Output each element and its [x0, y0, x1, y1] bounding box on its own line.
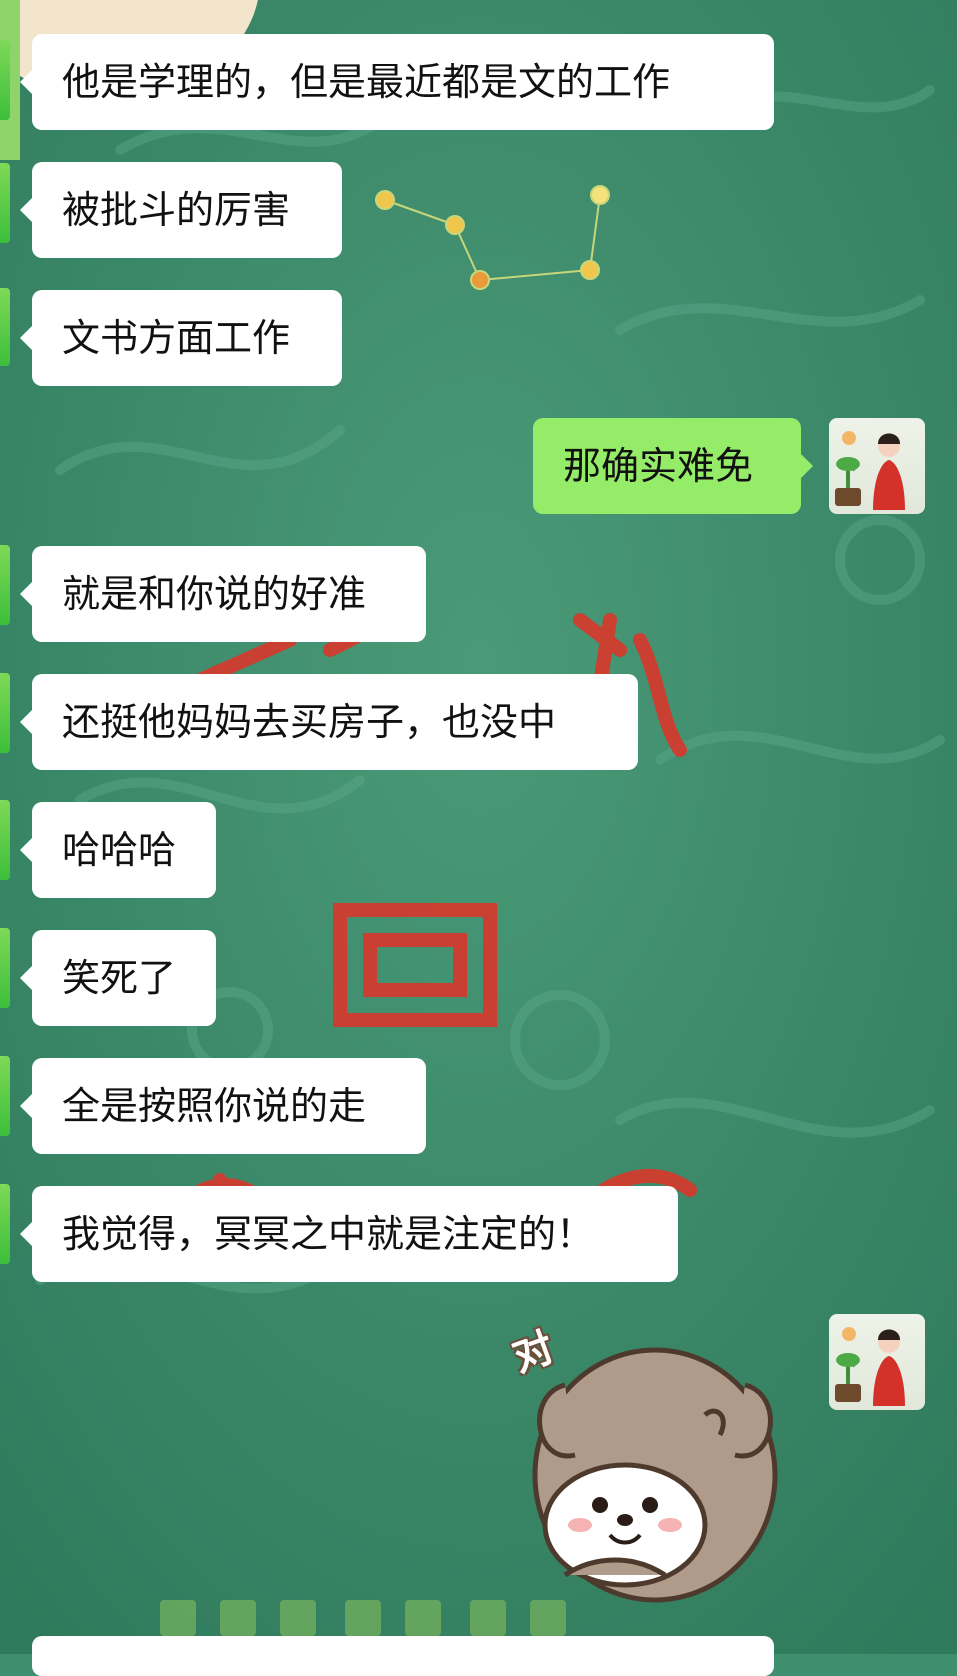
- message-text: 被批斗的厉害: [62, 188, 291, 232]
- message-bubble-incoming[interactable]: 还挺他妈妈去买房子，也没中: [20, 674, 638, 770]
- sender-edge: [0, 545, 10, 625]
- avatar-portrait-icon: [835, 431, 905, 510]
- message-bubble-incoming[interactable]: 哈哈哈: [20, 802, 216, 898]
- sender-edge: [0, 1056, 10, 1136]
- message-text: 哈哈哈: [62, 828, 177, 872]
- message-text: 笑死了: [62, 956, 177, 1000]
- message-text: 那确实难免: [563, 444, 754, 488]
- sender-edge: [0, 1184, 10, 1264]
- message-text: 他是学理的，但是最近都是文的工作: [62, 60, 671, 104]
- message-text: 就是和你说的好准: [62, 572, 367, 616]
- message-bubble-incoming[interactable]: 就是和你说的好准: [20, 546, 426, 642]
- message-text: 文书方面工作: [62, 316, 291, 360]
- sender-edge: [0, 800, 10, 880]
- message-text: 我觉得，冥冥之中就是注定的！: [62, 1212, 595, 1256]
- user-avatar[interactable]: [829, 1314, 925, 1410]
- sender-edge: [0, 288, 10, 366]
- avatar-portrait-icon: [835, 1327, 905, 1406]
- message-bubble-incoming[interactable]: 我觉得，冥冥之中就是注定的！: [20, 1186, 678, 1282]
- message-bubble-incoming[interactable]: 全是按照你说的走: [20, 1058, 426, 1154]
- message-bubble-incoming[interactable]: 文书方面工作: [20, 290, 342, 386]
- message-text: 还挺他妈妈去买房子，也没中: [62, 700, 557, 744]
- message-bubble-outgoing[interactable]: 那确实难免: [533, 418, 813, 514]
- message-bubble-incoming[interactable]: 他是学理的，但是最近都是文的工作: [20, 34, 774, 130]
- sender-edge: [0, 673, 10, 753]
- user-avatar[interactable]: [829, 418, 925, 514]
- message-text: 全是按照你说的走: [62, 1084, 367, 1128]
- message-bubble-incoming[interactable]: 被批斗的厉害: [20, 162, 342, 258]
- sender-edge: [0, 928, 10, 1008]
- message-bubble-incoming[interactable]: 笑死了: [20, 930, 216, 1026]
- message-bubble-incoming[interactable]: [32, 1636, 774, 1676]
- sender-edge: [0, 40, 10, 120]
- sender-edge: [0, 163, 10, 243]
